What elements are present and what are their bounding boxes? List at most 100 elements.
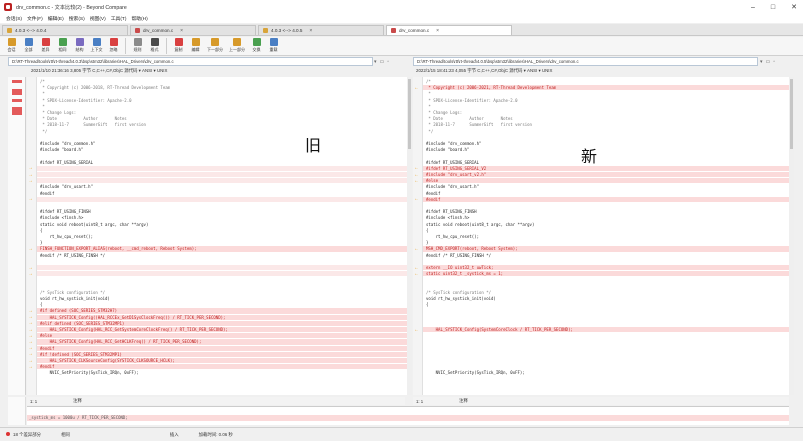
code-line[interactable]: #include "drv_usart.h" (423, 184, 789, 189)
code-line[interactable]: #include <finsh.h> (37, 215, 407, 220)
code-line[interactable] (423, 377, 789, 382)
code-line[interactable] (423, 284, 789, 289)
code-line[interactable]: { (423, 228, 789, 233)
copy-arrow-icon[interactable]: → (28, 321, 35, 326)
code-line[interactable]: * (37, 91, 407, 96)
right-editor-pane[interactable]: /* * Copyright (c) 2006-2021, RT-Thread … (413, 77, 789, 395)
menu-session[interactable]: 会话(S) (6, 15, 22, 22)
code-line[interactable] (423, 358, 789, 363)
code-line[interactable]: FINSH_FUNCTION_EXPORT_ALIAS(reboot, __cm… (37, 246, 407, 252)
tool-same[interactable]: 相同 (55, 37, 70, 55)
code-line[interactable]: #include "board.h" (37, 147, 407, 152)
copy-arrow-icon[interactable]: → (28, 172, 35, 177)
copy-arrow-icon[interactable]: → (28, 265, 35, 270)
code-line[interactable]: { (37, 302, 407, 307)
close-button[interactable]: ✕ (791, 3, 797, 11)
copy-arrow-icon[interactable]: → (28, 197, 35, 202)
code-line[interactable]: #include "drv_common.h" (37, 141, 407, 146)
copy-arrow-icon[interactable]: ← (414, 85, 421, 90)
code-line[interactable] (423, 315, 789, 320)
code-line[interactable]: HAL_SYSTICK_Config(HAL_RCC_GetHCLKFreq()… (37, 339, 407, 345)
copy-arrow-icon[interactable]: → (28, 271, 35, 276)
code-line[interactable] (37, 153, 407, 158)
copy-arrow-icon[interactable]: → (28, 358, 35, 363)
code-line[interactable]: { (37, 228, 407, 233)
code-line[interactable]: #elif defined (SOC_SERIES_STM32MP1) (37, 320, 407, 326)
code-line[interactable]: NVIC_SetPriority(SysTick_IRQn, 0xFF); (37, 370, 407, 375)
code-line[interactable] (423, 364, 789, 369)
copy-arrow-icon[interactable]: ← (414, 265, 421, 270)
browse-folder-icon[interactable]: ▭ (380, 59, 385, 65)
code-line[interactable]: * (37, 104, 407, 109)
tab-file-compare-1[interactable]: drv_common.c × (130, 25, 256, 35)
code-line[interactable]: #include "board.h" (423, 147, 789, 152)
code-line[interactable]: static void reboot(uint8_t argc, char **… (37, 222, 407, 227)
code-line[interactable]: /* (37, 79, 407, 84)
code-line[interactable] (37, 135, 407, 140)
code-line[interactable]: #endif (423, 196, 789, 202)
copy-arrow-icon[interactable]: ← (414, 166, 421, 171)
code-line[interactable]: * Date Author Notes (423, 116, 789, 121)
code-line[interactable] (423, 135, 789, 140)
right-scrollbar[interactable] (789, 77, 794, 395)
copy-arrow-icon[interactable]: ← (414, 271, 421, 276)
code-line[interactable]: } (37, 240, 407, 245)
code-line[interactable]: * Copyright (c) 2006-2018, RT-Thread Dev… (37, 85, 407, 90)
code-line[interactable] (423, 352, 789, 357)
code-line[interactable] (423, 321, 789, 326)
code-line[interactable]: void rt_hw_systick_init(void) (37, 296, 407, 301)
tool-structure[interactable]: 结构 (72, 37, 87, 55)
code-line[interactable]: * Copyright (c) 2006-2021, RT-Thread Dev… (423, 85, 789, 91)
code-line[interactable]: { (423, 302, 789, 307)
code-line[interactable] (37, 377, 407, 382)
tool-diffs[interactable]: 差异 (38, 37, 53, 55)
code-line[interactable] (37, 271, 407, 277)
code-line[interactable]: #endif (37, 345, 407, 351)
code-line[interactable]: #if !defined (SOC_SERIES_STM32MP1) (37, 351, 407, 357)
code-line[interactable]: #else (423, 178, 789, 184)
code-line[interactable]: * (423, 91, 789, 96)
code-line[interactable]: /* SysTick configuration */ (423, 290, 789, 295)
code-line[interactable] (423, 308, 789, 313)
code-line[interactable] (423, 259, 789, 264)
copy-arrow-icon[interactable]: → (28, 352, 35, 357)
copy-arrow-icon[interactable]: → (28, 178, 35, 183)
copy-arrow-icon[interactable]: → (28, 364, 35, 369)
menu-tools[interactable]: 工具(T) (111, 15, 127, 22)
tab-file-compare-2[interactable]: drv_common.c × (386, 25, 512, 35)
copy-arrow-icon[interactable]: → (28, 246, 35, 251)
code-line[interactable]: /* (423, 79, 789, 84)
code-line[interactable] (37, 265, 407, 271)
close-icon[interactable]: × (436, 28, 439, 34)
tool-format[interactable]: 格式 (147, 37, 162, 55)
code-line[interactable]: * SPDX-License-Identifier: Apache-2.0 (37, 98, 407, 103)
scrollbar-thumb[interactable] (408, 79, 411, 149)
code-line[interactable]: HAL_SYSTICK_Config(SystemCoreClock / RT_… (423, 327, 789, 333)
copy-arrow-icon[interactable]: → (28, 166, 35, 171)
code-line[interactable]: rt_hw_cpu_reset(); (423, 234, 789, 239)
code-line[interactable]: * Date Author Notes (37, 116, 407, 121)
code-line[interactable] (37, 196, 407, 202)
copy-arrow-icon[interactable]: → (28, 315, 35, 320)
tab-folder-compare-1[interactable]: 4.0.3 <--> 4.0.4 (2, 25, 128, 35)
code-line[interactable]: * Change Logs: (423, 110, 789, 115)
tool-reload[interactable]: 重载 (266, 37, 281, 55)
code-line[interactable] (423, 346, 789, 351)
menu-file[interactable]: 文件(F) (27, 15, 43, 22)
copy-arrow-icon[interactable]: → (28, 333, 35, 338)
code-line[interactable]: /* SysTick configuration */ (37, 290, 407, 295)
copy-arrow-icon[interactable]: ← (414, 178, 421, 183)
tool-swap[interactable]: 交换 (249, 37, 264, 55)
code-line[interactable] (37, 165, 407, 171)
tool-ignore[interactable]: 忽略 (106, 37, 121, 55)
code-line[interactable]: #include "drv_usart.h" (37, 184, 407, 189)
code-line[interactable]: #endif /* RT_USING_FINSH */ (423, 253, 789, 258)
left-path-field[interactable]: D:\RT-Thread\tools\rtt\rt-thread\4.0.3\b… (8, 57, 373, 66)
code-line[interactable]: * (423, 104, 789, 109)
save-icon[interactable]: ▫ (387, 59, 389, 65)
tool-copy[interactable]: 复制 (171, 37, 186, 55)
code-line[interactable] (423, 203, 789, 208)
save-icon[interactable]: ▫ (773, 59, 775, 65)
history-dropdown-icon[interactable]: ▾ (374, 59, 377, 65)
code-line[interactable]: #include <finsh.h> (423, 215, 789, 220)
